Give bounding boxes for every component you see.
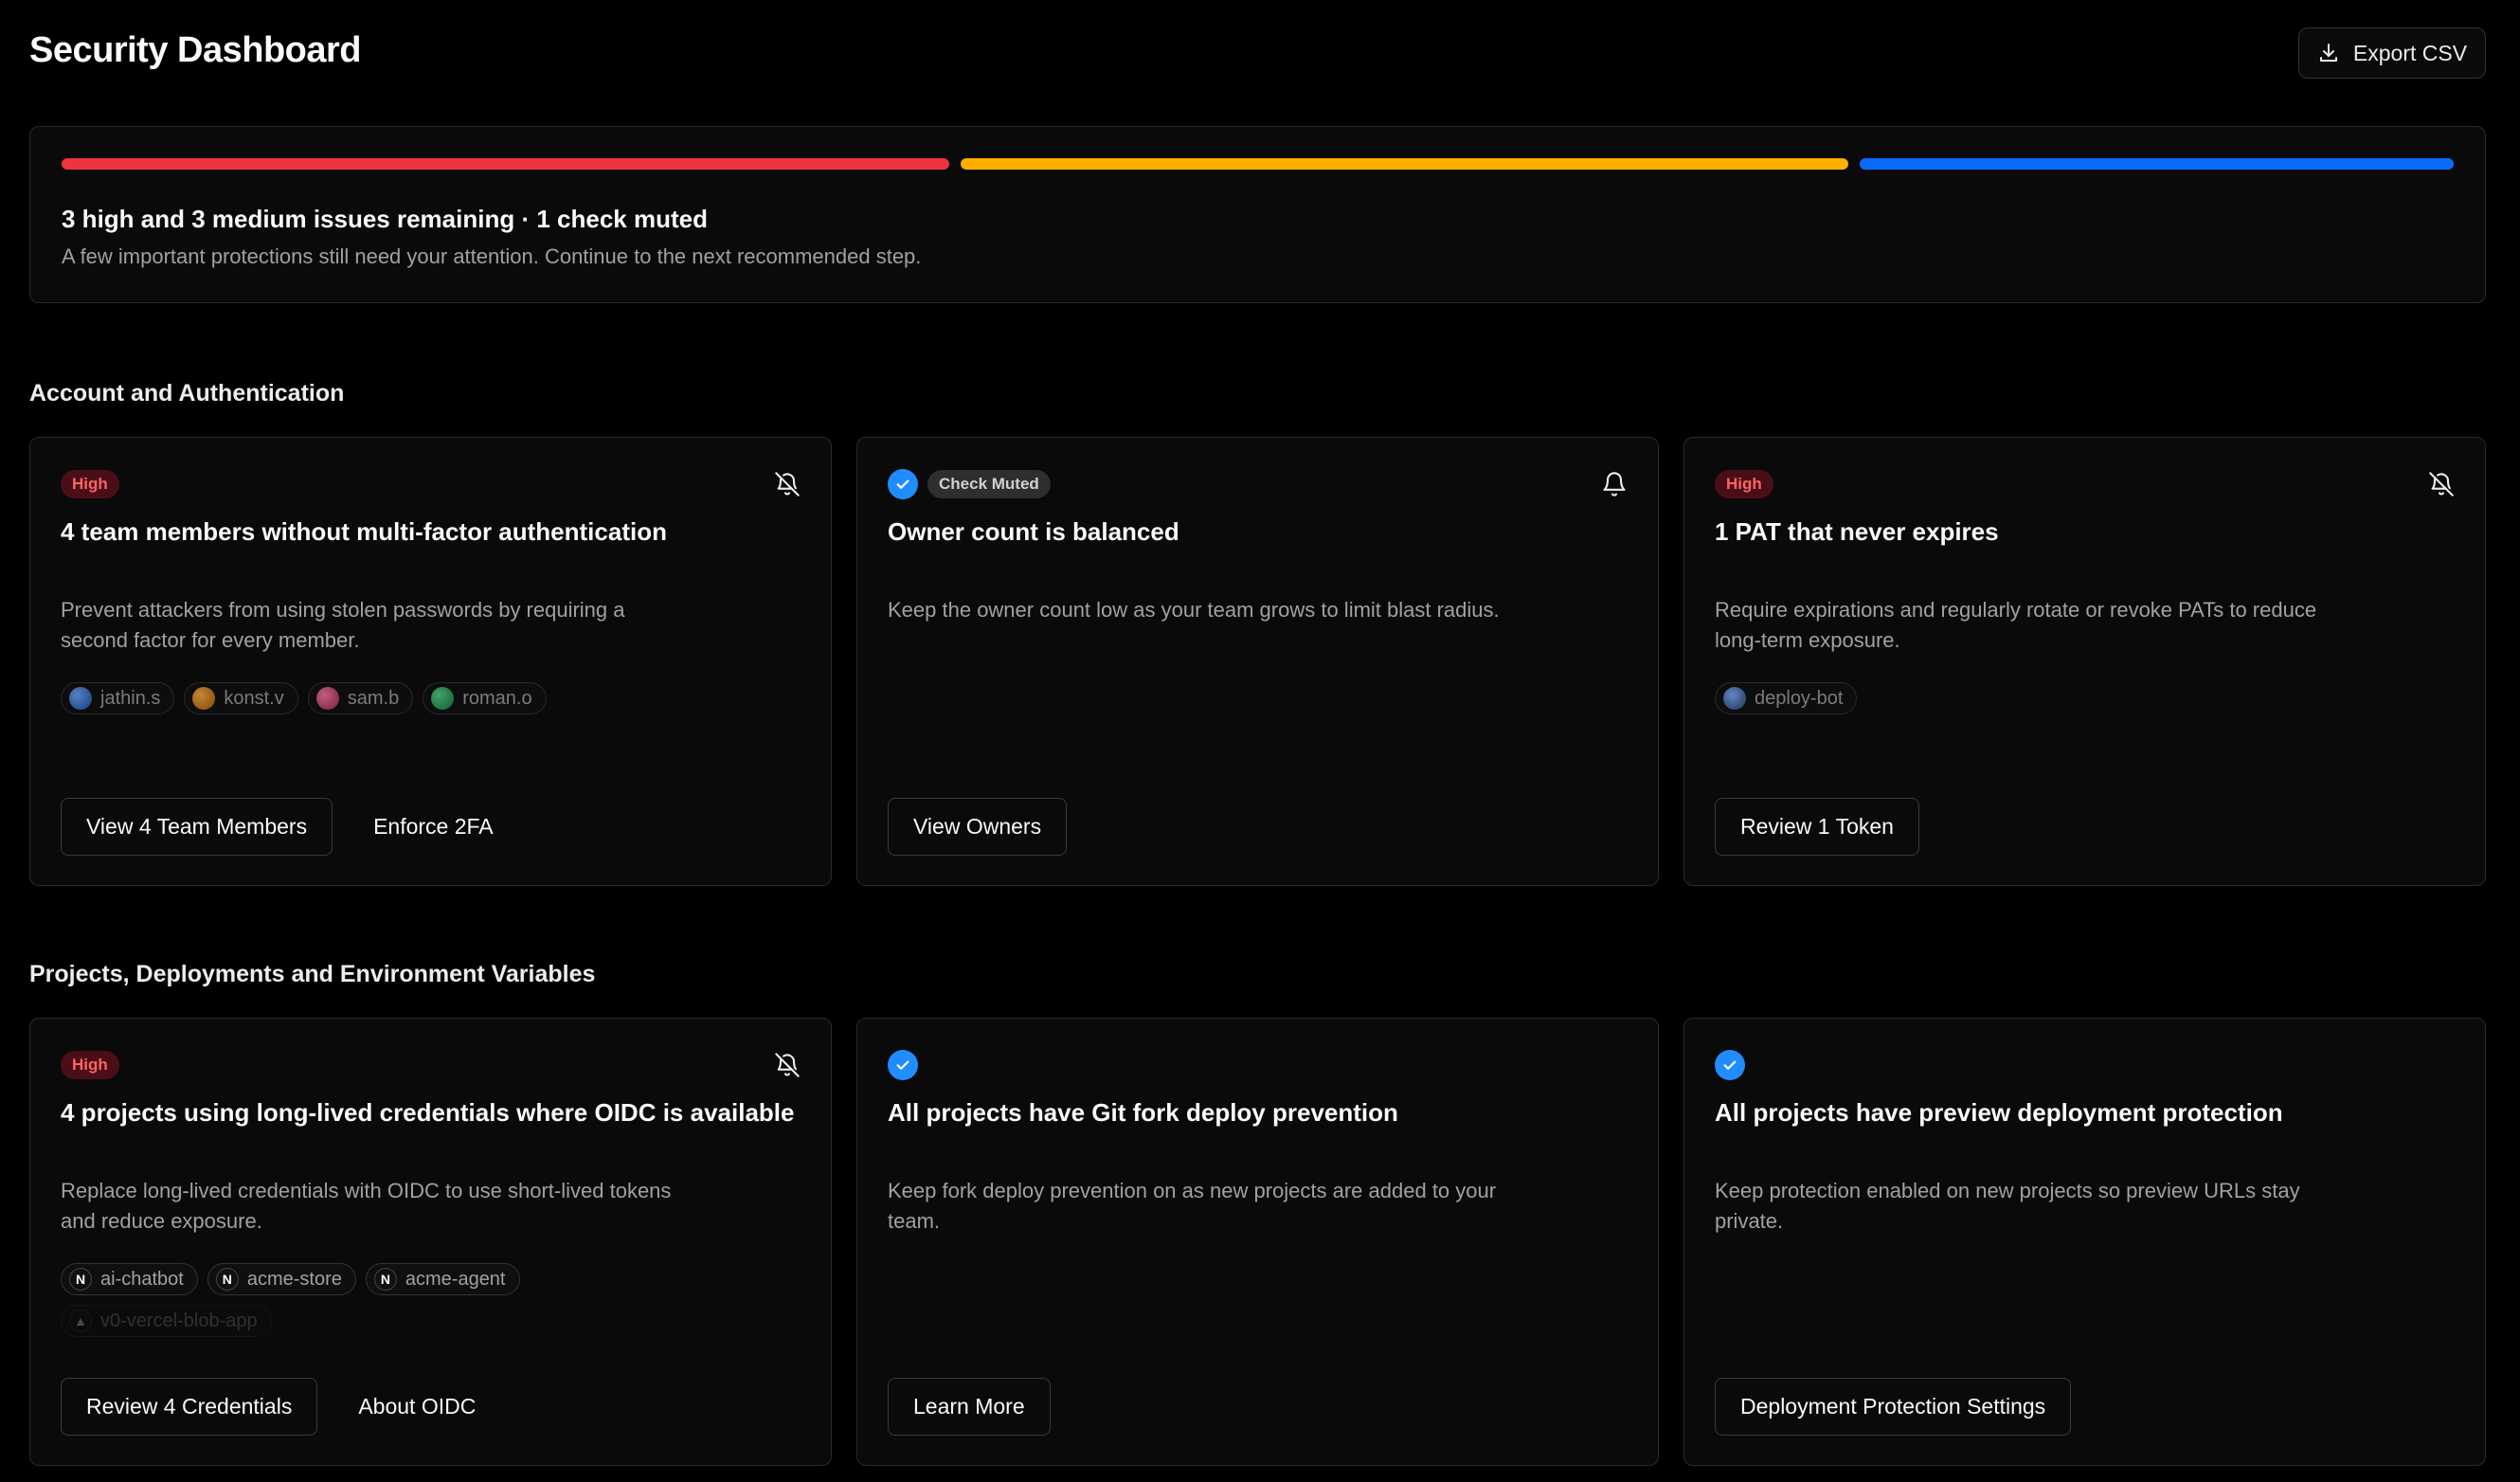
project-chip[interactable]: Nacme-agent	[365, 1263, 520, 1295]
check-icon	[888, 1050, 918, 1080]
card-preview-protection: All projects have preview deployment pro…	[1683, 1018, 2486, 1466]
view-team-members-button[interactable]: View 4 Team Members	[61, 798, 333, 856]
bell-off-icon[interactable]	[774, 471, 801, 497]
download-icon	[2319, 44, 2337, 62]
project-chip[interactable]: Nai-chatbot	[61, 1263, 198, 1295]
card-title: All projects have Git fork deploy preven…	[888, 1098, 1398, 1127]
about-oidc-link[interactable]: About OIDC	[333, 1378, 501, 1436]
card-description: Replace long-lived credentials with OIDC…	[61, 1179, 672, 1233]
summary-title: 3 high and 3 medium issues remaining · 1…	[62, 205, 708, 233]
export-csv-label: Export CSV	[2352, 40, 2468, 65]
card-title: All projects have preview deployment pro…	[1715, 1098, 2283, 1127]
token-chips: deploy-bot	[1715, 682, 2397, 714]
severity-badge: High	[61, 1051, 119, 1079]
card-description: Require expirations and regularly rotate…	[1715, 598, 2317, 652]
member-chip[interactable]: sam.b	[307, 682, 414, 714]
project-chip[interactable]: ▲ v0-vercel-blob-app	[61, 1305, 272, 1337]
card-title: 4 team members without multi-factor auth…	[61, 517, 667, 546]
summary-subtitle: A few important protections still need y…	[62, 244, 922, 268]
review-token-button[interactable]: Review 1 Token	[1715, 798, 1919, 856]
project-logo-icon: N	[215, 1268, 239, 1291]
bell-icon[interactable]	[1601, 471, 1628, 497]
token-chip[interactable]: deploy-bot	[1715, 682, 1858, 714]
check-icon	[888, 469, 918, 499]
project-logo-icon: N	[373, 1268, 397, 1291]
bell-off-icon[interactable]	[2428, 471, 2455, 497]
project-logo-icon: N	[69, 1268, 92, 1291]
card-description: Keep fork deploy prevention on as new pr…	[888, 1179, 1497, 1233]
severity-segment-medium	[961, 158, 1848, 170]
card-oidc: High 4 projects using long-lived credent…	[29, 1018, 832, 1466]
card-mfa: High 4 team members without multi-factor…	[29, 437, 832, 886]
project-chips: Nai-chatbot Nacme-store Nacme-agent ▲ v0-…	[61, 1263, 591, 1337]
card-title: Owner count is balanced	[888, 517, 1179, 546]
review-credentials-button[interactable]: Review 4 Credentials	[61, 1378, 318, 1436]
severity-segment-muted	[1860, 158, 2454, 170]
muted-badge: Check Muted	[927, 470, 1051, 498]
member-chips: jathin.s konst.v sam.b roman.o	[61, 682, 743, 714]
page-header: Security Dashboard Export CSV	[29, 27, 2486, 80]
member-chip[interactable]: konst.v	[184, 682, 298, 714]
card-title: 1 PAT that never expires	[1715, 517, 1999, 546]
enforce-2fa-button[interactable]: Enforce 2FA	[348, 798, 519, 856]
triangle-logo-icon: ▲	[69, 1310, 92, 1332]
severity-badge: High	[1715, 470, 1773, 498]
severity-bar	[62, 158, 2454, 170]
check-icon	[1715, 1050, 1745, 1080]
card-fork-deploy: All projects have Git fork deploy preven…	[856, 1018, 1659, 1466]
section-title-projects: Projects, Deployments and Environment Va…	[29, 961, 596, 987]
severity-segment-high	[62, 158, 949, 170]
card-description: Keep the owner count low as your team gr…	[888, 598, 1500, 622]
avatar	[69, 687, 92, 710]
bell-off-icon[interactable]	[774, 1052, 801, 1078]
globe-icon	[1723, 687, 1746, 710]
member-chip[interactable]: roman.o	[423, 682, 547, 714]
severity-badge: High	[61, 470, 119, 498]
project-chip[interactable]: Nacme-store	[207, 1263, 356, 1295]
card-description: Keep protection enabled on new projects …	[1715, 1179, 2300, 1233]
avatar	[192, 687, 216, 710]
card-description: Prevent attackers from using stolen pass…	[61, 598, 625, 652]
summary-panel: 3 high and 3 medium issues remaining · 1…	[29, 126, 2486, 303]
export-csv-button[interactable]: Export CSV	[2298, 27, 2486, 79]
avatar	[315, 687, 339, 710]
card-pat: High 1 PAT that never expires Require ex…	[1683, 437, 2486, 886]
member-chip[interactable]: jathin.s	[61, 682, 175, 714]
section-title-account: Account and Authentication	[29, 380, 345, 407]
view-owners-button[interactable]: View Owners	[888, 798, 1068, 856]
card-title: 4 projects using long-lived credentials …	[61, 1098, 795, 1127]
learn-more-button[interactable]: Learn More	[888, 1378, 1051, 1436]
deployment-protection-settings-button[interactable]: Deployment Protection Settings	[1715, 1378, 2072, 1436]
avatar	[431, 687, 455, 710]
page-title: Security Dashboard	[29, 30, 362, 70]
card-owner-count: Check Muted Owner count is balanced Keep…	[856, 437, 1659, 886]
